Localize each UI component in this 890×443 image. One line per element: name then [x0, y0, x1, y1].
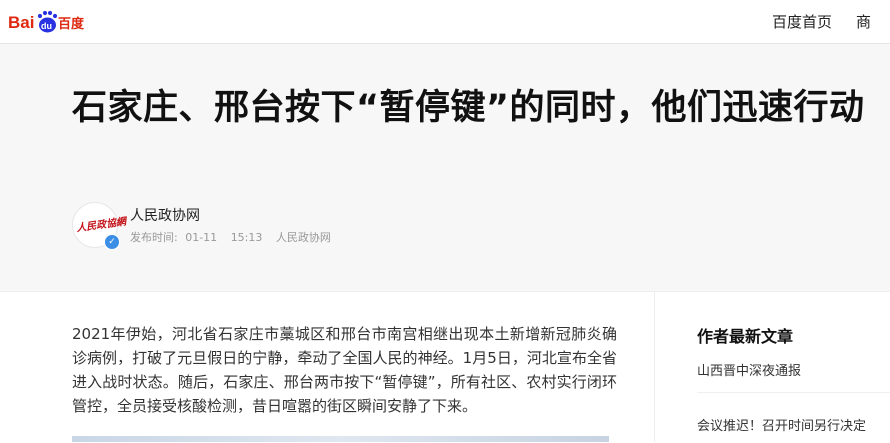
- article-meta: 发布时间: 01-11 15:13 人民政协网: [130, 229, 335, 245]
- logo-text-baidu-cn: 百度: [58, 16, 85, 32]
- article-title: 石家庄、邢台按下“暂停键”的同时，他们迅速行动: [72, 88, 865, 128]
- article-image: [72, 436, 609, 442]
- nav-partial-link[interactable]: 商: [856, 11, 890, 32]
- article-paragraph: 2021年伊始，河北省石家庄市藁城区和邢台市南宫相继出现本土新增新冠肺炎确诊病例…: [72, 325, 617, 415]
- sidebar-title: 作者最新文章: [697, 327, 794, 346]
- sidebar-article-link[interactable]: 会议推迟！召开时间另行决定: [697, 415, 866, 434]
- publish-label: 发布时间:: [130, 231, 178, 244]
- nav-baidu-home-link[interactable]: 百度首页: [772, 11, 832, 32]
- publish-time: 15:13: [230, 231, 263, 244]
- sidebar-article-link[interactable]: 山西晋中深夜通报: [697, 360, 801, 379]
- article-source: 人民政协网: [275, 231, 331, 244]
- baidu-logo[interactable]: Bai du 百度: [8, 8, 86, 34]
- author-avatar[interactable]: 人民政協網 ✓: [72, 202, 127, 250]
- publish-date: 01-11: [185, 231, 218, 244]
- verified-check-icon: ✓: [104, 234, 120, 250]
- sidebar-divider: [697, 392, 890, 393]
- baidu-logo-mark: Bai du 百度: [8, 10, 85, 33]
- author-name[interactable]: 人民政协网: [130, 205, 200, 225]
- top-navigation-bar: Bai du 百度 百度首页 商: [0, 0, 890, 44]
- logo-text-du: du: [41, 21, 52, 31]
- content-sidebar-divider: [654, 291, 655, 442]
- logo-text-bai: Bai: [8, 13, 34, 32]
